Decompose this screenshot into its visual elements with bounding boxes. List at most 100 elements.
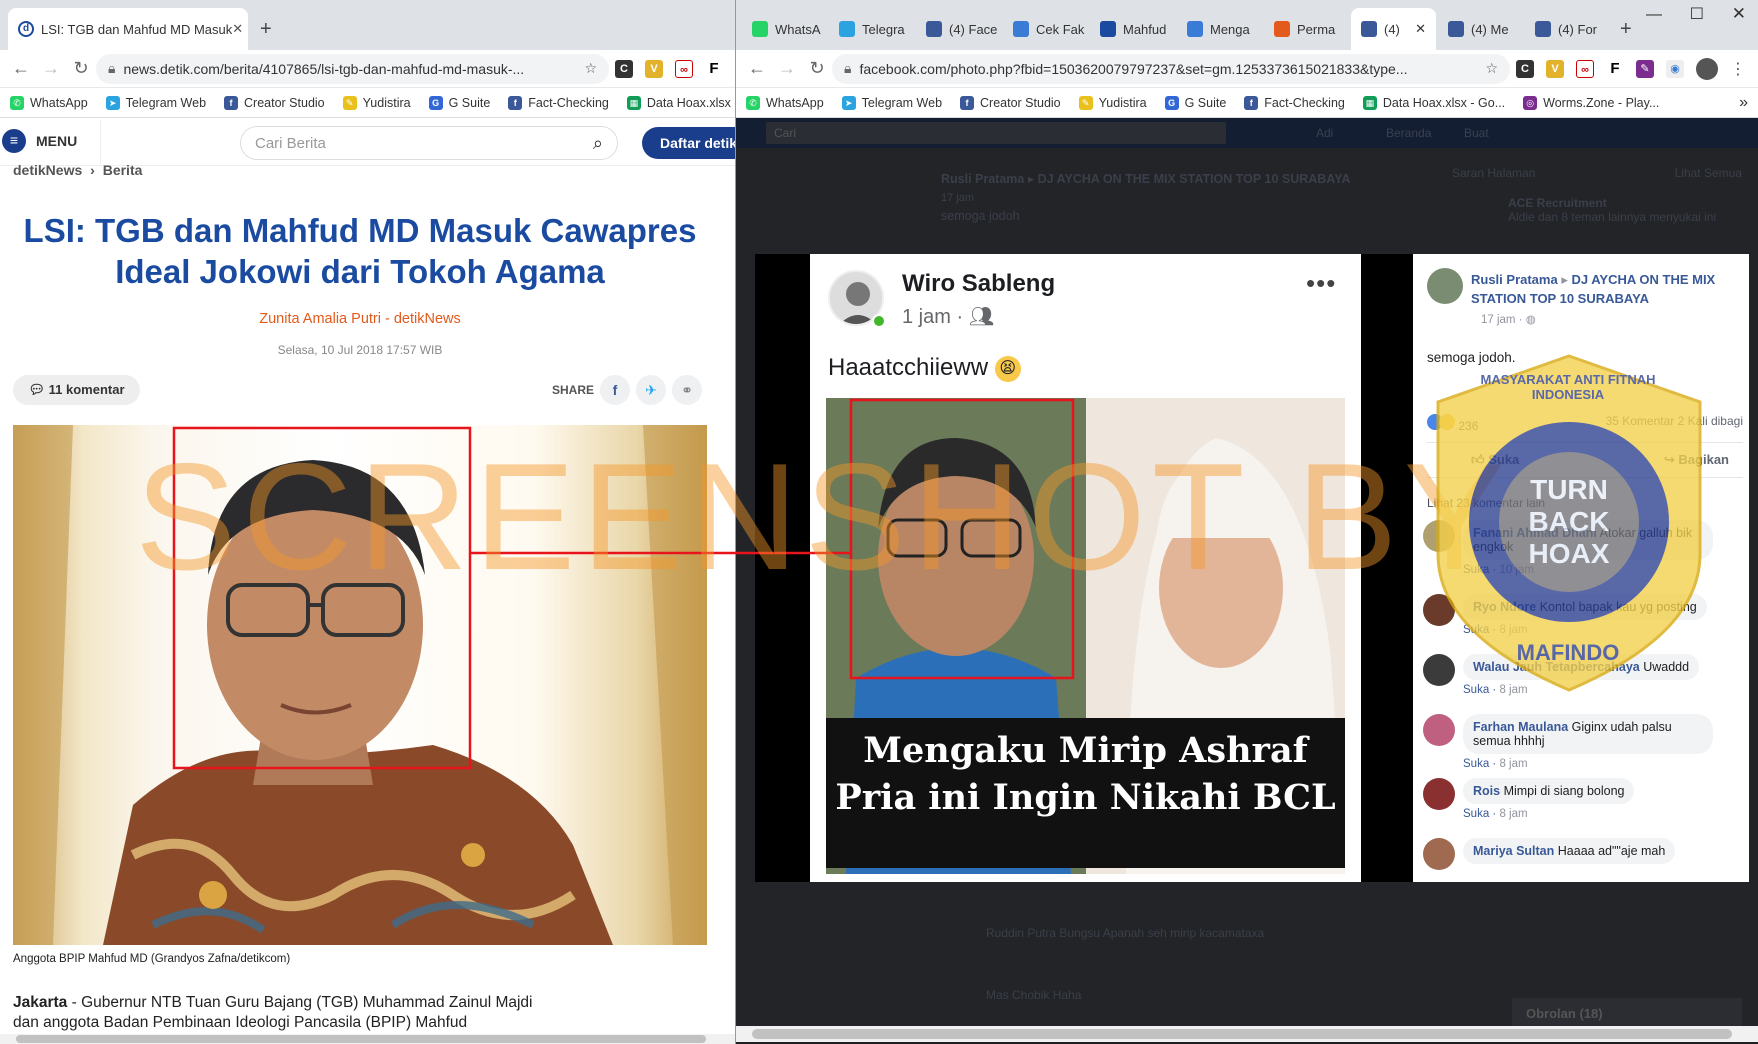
share-count[interactable]: 2 Kali dibagi (1678, 414, 1743, 428)
reload-icon[interactable]: ↻ (66, 58, 96, 79)
fb-nav-home[interactable]: Beranda (1386, 126, 1431, 140)
right-horizontal-scrollbar[interactable] (736, 1026, 1758, 1042)
facebook-share-icon[interactable]: f (600, 375, 631, 405)
new-tab-icon[interactable]: + (260, 18, 272, 41)
browser-tab[interactable]: (4) For (1525, 8, 1610, 50)
bookmark-item[interactable]: G G Suite (428, 95, 490, 110)
commenter-name[interactable]: Fanani Ahmad Dhani (1473, 526, 1597, 540)
bookmark-item[interactable]: ✆ WhatsApp (746, 95, 824, 110)
back-icon[interactable]: ← (6, 58, 36, 79)
extension-icon[interactable]: ✎ (1636, 59, 1654, 78)
search-box[interactable]: Cari Berita ⌕ (240, 126, 618, 160)
extension-icon[interactable]: V (1546, 59, 1564, 78)
bookmark-item[interactable]: f Fact-Checking (508, 95, 609, 110)
fb-search-field[interactable]: Cari (766, 122, 1226, 144)
browser-tab[interactable]: Cek Fak (1003, 8, 1088, 50)
search-input[interactable]: Cari Berita (255, 135, 326, 152)
register-button[interactable]: Daftar detik (642, 127, 735, 159)
close-icon[interactable]: ✕ (232, 21, 243, 37)
search-icon[interactable]: ⌕ (593, 133, 603, 154)
bg-suggest-all[interactable]: Lihat Semua (1675, 166, 1742, 180)
bookmark-item[interactable]: ✎ Yudistira (342, 95, 411, 110)
extension-icon[interactable]: C (615, 59, 633, 78)
side-post-avatar[interactable] (1427, 268, 1463, 304)
menu-button[interactable]: ≡ MENU (2, 129, 77, 153)
twitter-share-icon[interactable]: ✈︎ (636, 375, 667, 405)
profile-avatar[interactable] (1696, 57, 1718, 80)
breadcrumb-item[interactable]: Berita (103, 162, 143, 178)
browser-tab[interactable]: (4) Me (1438, 8, 1523, 50)
more-bookmarks-icon[interactable]: » (1739, 94, 1748, 112)
bookmark-item[interactable]: ➤ Telegram Web (841, 95, 942, 110)
more-vert-icon[interactable]: ⋮ (1730, 59, 1746, 79)
browser-tab[interactable]: Mahfud (1090, 8, 1175, 50)
bookmark-item[interactable]: f Fact-Checking (1244, 95, 1345, 110)
extension-icon[interactable]: ◉ (1666, 59, 1684, 78)
comment-like-link[interactable]: Suka (1463, 808, 1489, 820)
more-comments-link[interactable]: Lihat 23 komentar lain (1427, 496, 1545, 510)
article-author[interactable]: Zunita Amalia Putri - detikNews (10, 311, 710, 327)
side-post-author[interactable]: Rusli Pratama (1471, 272, 1558, 287)
bookmark-item[interactable]: ✎ Yudistira (1078, 95, 1147, 110)
comment-count[interactable]: 35 Komentar (1606, 414, 1675, 428)
browser-tab[interactable]: Telegra (829, 8, 914, 50)
comment-like-link[interactable]: Suka (1463, 758, 1489, 770)
post-author-name[interactable]: Wiro Sableng (902, 270, 1055, 298)
browser-tab[interactable]: Perma (1264, 8, 1349, 50)
commenter-name[interactable]: Farhan Maulana (1473, 720, 1568, 734)
forward-icon[interactable]: → (772, 58, 802, 79)
comments-button[interactable]: 💬︎ 11 komentar (13, 375, 140, 405)
commenter-avatar[interactable] (1423, 520, 1455, 552)
browser-tab[interactable]: (4) Face (916, 8, 1001, 50)
close-window-icon[interactable]: ✕ (1732, 4, 1746, 24)
star-icon[interactable]: ☆ (584, 60, 597, 77)
bookmark-item[interactable]: ✆ WhatsApp (10, 95, 88, 110)
comment-like-link[interactable]: Suka (1463, 564, 1489, 576)
bookmark-item[interactable]: ▦ Data Hoax.xlsx - Go... (1362, 95, 1505, 110)
bookmark-item[interactable]: f Creator Studio (224, 95, 325, 110)
extension-icon[interactable]: C (1516, 59, 1534, 78)
comment-like-link[interactable]: Suka (1463, 624, 1489, 636)
commenter-avatar[interactable] (1423, 778, 1455, 810)
bookmark-item[interactable]: ➤ Telegram Web (105, 95, 206, 110)
browser-tab[interactable]: (4) ✕ (1351, 8, 1436, 50)
reaction-count[interactable]: 236 (1458, 419, 1478, 433)
new-tab-icon[interactable]: + (1620, 18, 1632, 41)
share-button[interactable]: ↪ Bagikan (1664, 443, 1729, 477)
fb-nav-profile[interactable]: Adi (1316, 126, 1333, 140)
link-share-icon[interactable]: ⚭ (672, 375, 703, 405)
back-icon[interactable]: ← (742, 58, 772, 79)
comment-like-link[interactable]: Suka (1463, 684, 1489, 696)
bookmark-item[interactable]: ▦ Data Hoax.xlsx - (626, 95, 735, 110)
left-url-field[interactable]: 🔒︎ news.detik.com/berita/4107865/lsi-tgb… (96, 53, 609, 84)
commenter-name[interactable]: Ryo Ndore (1473, 600, 1536, 614)
left-active-tab[interactable]: d LSI: TGB dan Mahfud MD Masuk ✕ (8, 8, 248, 50)
reload-icon[interactable]: ↻ (802, 58, 832, 79)
commenter-avatar[interactable] (1423, 714, 1455, 746)
browser-tab[interactable]: Menga (1177, 8, 1262, 50)
bookmark-item[interactable]: ◎ Worms.Zone - Play... (1523, 95, 1659, 110)
extension-icon[interactable]: F (705, 59, 723, 78)
left-horizontal-scrollbar[interactable] (0, 1034, 735, 1044)
bookmark-item[interactable]: G G Suite (1164, 95, 1226, 110)
like-button[interactable]: 👍︎ Suka (1471, 452, 1519, 467)
extension-icon[interactable]: V (645, 59, 663, 78)
fb-nav-create[interactable]: Buat (1464, 126, 1489, 140)
extension-icon[interactable]: F (1606, 59, 1624, 78)
star-icon[interactable]: ☆ (1485, 60, 1498, 77)
extension-icon[interactable]: ∞ (1576, 59, 1594, 78)
right-url-field[interactable]: 🔒︎ facebook.com/photo.php?fbid=150362007… (832, 53, 1510, 84)
forward-icon[interactable]: → (36, 58, 66, 79)
maximize-icon[interactable]: ☐ (1690, 4, 1704, 24)
commenter-avatar[interactable] (1423, 594, 1455, 626)
commenter-name[interactable]: Rois (1473, 784, 1500, 798)
bookmark-item[interactable]: f Creator Studio (960, 95, 1061, 110)
breadcrumb-item[interactable]: detikNews (13, 162, 82, 178)
more-options-icon[interactable]: ••• (1306, 268, 1336, 299)
commenter-name[interactable]: Walau Jauh Tetapbercahaya (1473, 660, 1640, 674)
commenter-name[interactable]: Mariya Sultan (1473, 844, 1554, 858)
browser-tab[interactable]: WhatsA (742, 8, 827, 50)
commenter-avatar[interactable] (1423, 838, 1455, 870)
close-icon[interactable]: ✕ (1415, 21, 1426, 37)
commenter-avatar[interactable] (1423, 654, 1455, 686)
